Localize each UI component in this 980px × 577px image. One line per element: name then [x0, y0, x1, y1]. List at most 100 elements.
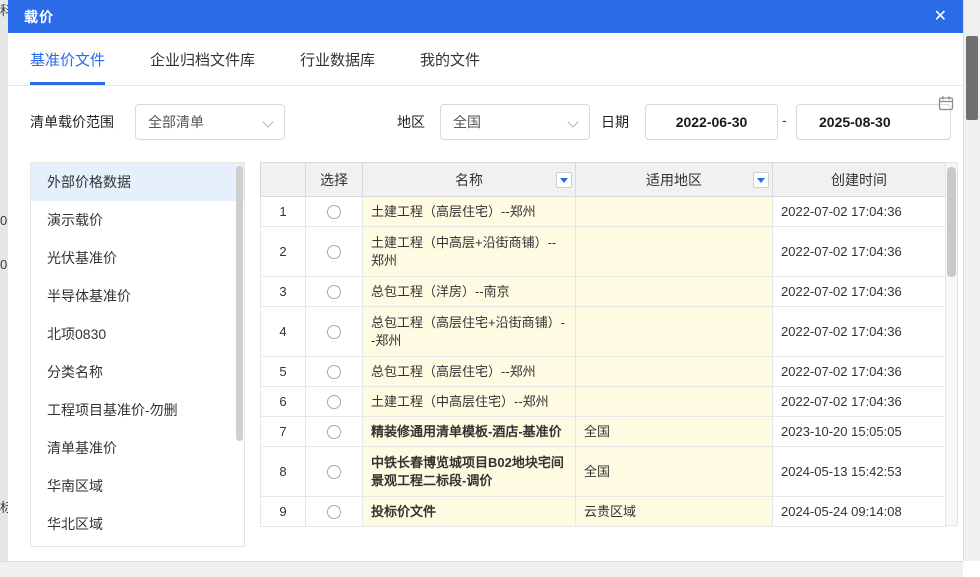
tab-industry-database[interactable]: 行业数据库: [300, 33, 375, 85]
sidebar-item[interactable]: 光伏基准价: [31, 239, 244, 277]
region-select[interactable]: 全国: [440, 104, 590, 140]
vertical-scrollbar[interactable]: [963, 0, 980, 577]
row-region: 云贵区域: [576, 497, 773, 527]
date-end-input[interactable]: 2025-08-30: [796, 104, 951, 140]
row-created: 2022-07-02 17:04:36: [773, 387, 946, 417]
row-radio[interactable]: [327, 245, 341, 259]
row-radio[interactable]: [327, 505, 341, 519]
row-index: 3: [261, 277, 306, 307]
sidebar-item[interactable]: 北项0830: [31, 315, 244, 353]
col-header-select: 选择: [306, 163, 363, 197]
row-created: 2022-07-02 17:04:36: [773, 197, 946, 227]
table-row[interactable]: 7 精装修通用清单模板-酒店-基准价 全国 2023-10-20 15:05:0…: [261, 417, 946, 447]
scrollbar-corner: [963, 561, 980, 577]
row-created: 2023-10-20 15:05:05: [773, 417, 946, 447]
row-name: 土建工程（高层住宅）--郑州: [363, 197, 576, 227]
price-file-table: 选择 名称 适用地区 创建时间 1: [260, 162, 958, 527]
row-region: [576, 197, 773, 227]
chevron-down-icon: [262, 116, 273, 127]
col-header-index: [261, 163, 306, 197]
row-radio[interactable]: [327, 395, 341, 409]
row-index: 4: [261, 307, 306, 357]
background-fragment: 0: [0, 257, 8, 273]
row-region: [576, 307, 773, 357]
scope-label: 清单载价范围: [30, 112, 114, 132]
col-header-created: 创建时间: [773, 163, 946, 197]
sidebar-item[interactable]: 分类名称: [31, 353, 244, 391]
scope-select-value: 全部清单: [148, 112, 204, 132]
tab-base-price-files[interactable]: 基准价文件: [30, 33, 105, 85]
load-price-dialog: 载价 ✕ 基准价文件 企业归档文件库 行业数据库 我的文件 清单载价范围 全部清…: [8, 0, 963, 561]
sidebar-item[interactable]: 演示载价: [31, 201, 244, 239]
row-created: 2024-05-13 15:42:53: [773, 447, 946, 497]
row-created: 2022-07-02 17:04:36: [773, 307, 946, 357]
row-index: 6: [261, 387, 306, 417]
row-region: [576, 357, 773, 387]
row-index: 7: [261, 417, 306, 447]
row-created: 2022-07-02 17:04:36: [773, 227, 946, 277]
row-name: 投标价文件: [363, 497, 576, 527]
tab-my-files[interactable]: 我的文件: [420, 33, 480, 85]
table-row[interactable]: 5 总包工程（高层住宅）--郑州 2022-07-02 17:04:36: [261, 357, 946, 387]
table-scrollbar-thumb[interactable]: [947, 167, 956, 277]
sidebar-item[interactable]: 半导体基准价: [31, 277, 244, 315]
tab-enterprise-archive[interactable]: 企业归档文件库: [150, 33, 255, 85]
table-row[interactable]: 9 投标价文件 云贵区域 2024-05-24 09:14:08: [261, 497, 946, 527]
sidebar-item[interactable]: 华南区域: [31, 467, 244, 505]
calendar-icon[interactable]: [938, 95, 954, 116]
sidebar-item[interactable]: 工程项目基准价-勿删: [31, 391, 244, 429]
row-region: 全国: [576, 447, 773, 497]
table-scrollbar[interactable]: [945, 162, 958, 526]
row-index: 1: [261, 197, 306, 227]
table-row[interactable]: 1 土建工程（高层住宅）--郑州 2022-07-02 17:04:36: [261, 197, 946, 227]
price-source-list: 外部价格数据 演示载价 光伏基准价 半导体基准价 北项0830 分类名称 工程项…: [30, 162, 245, 547]
filter-funnel-icon[interactable]: [556, 172, 572, 188]
close-icon[interactable]: ✕: [934, 9, 947, 25]
background-fragment: 科: [0, 3, 8, 19]
filter-funnel-icon[interactable]: [753, 172, 769, 188]
chevron-down-icon: [567, 116, 578, 127]
row-created: 2024-05-24 09:14:08: [773, 497, 946, 527]
table-row[interactable]: 2 土建工程（中高层+沿街商铺）--郑州 2022-07-02 17:04:36: [261, 227, 946, 277]
vertical-scrollbar-thumb[interactable]: [966, 36, 978, 120]
row-name: 土建工程（中高层+沿街商铺）--郑州: [363, 227, 576, 277]
date-label: 日期: [601, 112, 629, 132]
row-region: [576, 277, 773, 307]
row-radio[interactable]: [327, 425, 341, 439]
region-select-value: 全国: [453, 112, 481, 132]
table-row[interactable]: 6 土建工程（中高层住宅）--郑州 2022-07-02 17:04:36: [261, 387, 946, 417]
filter-bar: 清单载价范围 全部清单 地区 全国 日期 2022-06-30 - 2025-0…: [8, 86, 963, 160]
row-index: 2: [261, 227, 306, 277]
screen: 科 0 0 标 载价 ✕ 基准价文件 企业归档文件库 行业数据库 我的文件 清单…: [0, 0, 980, 577]
row-radio[interactable]: [327, 465, 341, 479]
row-name: 总包工程（洋房）--南京: [363, 277, 576, 307]
col-header-name: 名称: [363, 163, 576, 197]
dialog-title: 载价: [24, 7, 54, 27]
row-radio[interactable]: [327, 285, 341, 299]
row-radio[interactable]: [327, 205, 341, 219]
row-index: 9: [261, 497, 306, 527]
row-name: 土建工程（中高层住宅）--郑州: [363, 387, 576, 417]
scope-select[interactable]: 全部清单: [135, 104, 285, 140]
row-region: [576, 387, 773, 417]
dialog-header: 载价 ✕: [8, 0, 963, 33]
horizontal-scrollbar[interactable]: [0, 561, 963, 577]
table-row[interactable]: 8 中铁长春博览城项目B02地块宅间景观工程二标段-调价 全国 2024-05-…: [261, 447, 946, 497]
sidebar-item[interactable]: 华北区域: [31, 505, 244, 543]
sidebar-item[interactable]: 清单基准价: [31, 429, 244, 467]
tab-bar: 基准价文件 企业归档文件库 行业数据库 我的文件: [8, 33, 963, 86]
col-header-region: 适用地区: [576, 163, 773, 197]
background-fragment: 0: [0, 213, 8, 229]
table-row[interactable]: 4 总包工程（高层住宅+沿街商铺）--郑州 2022-07-02 17:04:3…: [261, 307, 946, 357]
row-radio[interactable]: [327, 325, 341, 339]
sidebar-item[interactable]: 外部价格数据: [31, 163, 244, 201]
date-start-input[interactable]: 2022-06-30: [645, 104, 778, 140]
row-name: 精装修通用清单模板-酒店-基准价: [363, 417, 576, 447]
row-radio[interactable]: [327, 365, 341, 379]
background-fragment: 标: [0, 500, 8, 516]
sidebar-scrollbar[interactable]: [236, 166, 243, 441]
row-name: 中铁长春博览城项目B02地块宅间景观工程二标段-调价: [363, 447, 576, 497]
row-index: 8: [261, 447, 306, 497]
row-created: 2022-07-02 17:04:36: [773, 357, 946, 387]
table-row[interactable]: 3 总包工程（洋房）--南京 2022-07-02 17:04:36: [261, 277, 946, 307]
